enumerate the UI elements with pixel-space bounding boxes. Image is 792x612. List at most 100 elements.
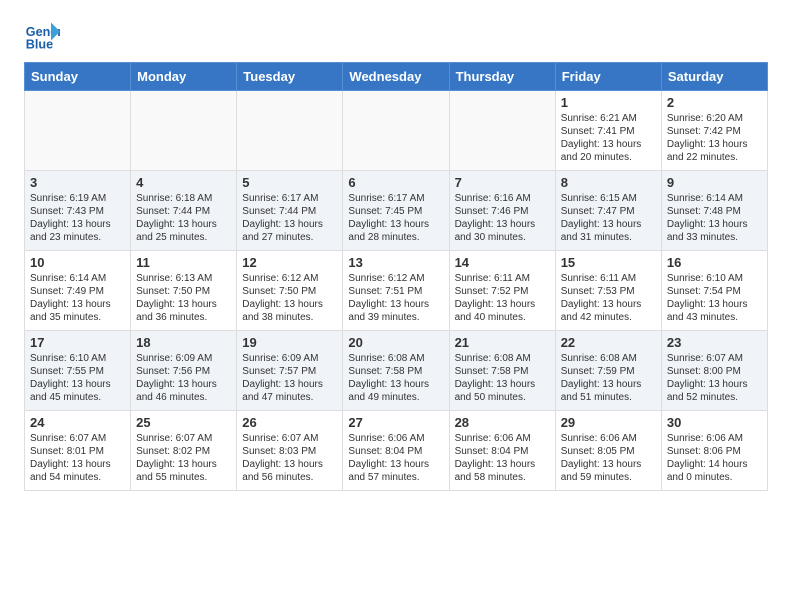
- day-number: 23: [667, 335, 762, 350]
- day-info: Sunrise: 6:15 AM Sunset: 7:47 PM Dayligh…: [561, 192, 656, 244]
- day-number: 12: [242, 255, 337, 270]
- calendar-day-28: 28 Sunrise: 6:06 AM Sunset: 8:04 PM Dayli…: [449, 411, 555, 491]
- day-number: 15: [561, 255, 656, 270]
- calendar-empty: [343, 91, 449, 171]
- calendar-day-22: 22 Sunrise: 6:08 AM Sunset: 7:59 PM Dayli…: [555, 331, 661, 411]
- day-info: Sunrise: 6:14 AM Sunset: 7:49 PM Dayligh…: [30, 272, 125, 324]
- day-info: Sunrise: 6:06 AM Sunset: 8:06 PM Dayligh…: [667, 432, 762, 484]
- day-number: 7: [455, 175, 550, 190]
- day-header-monday: Monday: [131, 63, 237, 91]
- day-number: 29: [561, 415, 656, 430]
- day-info: Sunrise: 6:21 AM Sunset: 7:41 PM Dayligh…: [561, 112, 656, 164]
- day-info: Sunrise: 6:14 AM Sunset: 7:48 PM Dayligh…: [667, 192, 762, 244]
- day-number: 24: [30, 415, 125, 430]
- day-number: 8: [561, 175, 656, 190]
- day-info: Sunrise: 6:08 AM Sunset: 7:58 PM Dayligh…: [455, 352, 550, 404]
- day-header-saturday: Saturday: [661, 63, 767, 91]
- calendar: SundayMondayTuesdayWednesdayThursdayFrid…: [24, 62, 768, 491]
- calendar-day-16: 16 Sunrise: 6:10 AM Sunset: 7:54 PM Dayli…: [661, 251, 767, 331]
- calendar-empty: [449, 91, 555, 171]
- day-info: Sunrise: 6:18 AM Sunset: 7:44 PM Dayligh…: [136, 192, 231, 244]
- day-header-friday: Friday: [555, 63, 661, 91]
- day-number: 6: [348, 175, 443, 190]
- calendar-day-3: 3 Sunrise: 6:19 AM Sunset: 7:43 PM Daylig…: [25, 171, 131, 251]
- calendar-day-10: 10Sunrise: 6:14 AM Sunset: 7:49 PM Dayli…: [25, 251, 131, 331]
- calendar-day-21: 21 Sunrise: 6:08 AM Sunset: 7:58 PM Dayli…: [449, 331, 555, 411]
- day-info: Sunrise: 6:17 AM Sunset: 7:44 PM Dayligh…: [242, 192, 337, 244]
- day-number: 3: [30, 175, 125, 190]
- day-info: Sunrise: 6:09 AM Sunset: 7:56 PM Dayligh…: [136, 352, 231, 404]
- logo: General Blue: [24, 18, 64, 54]
- calendar-day-8: 8 Sunrise: 6:15 AM Sunset: 7:47 PM Daylig…: [555, 171, 661, 251]
- day-info: Sunrise: 6:07 AM Sunset: 8:01 PM Dayligh…: [30, 432, 125, 484]
- day-info: Sunrise: 6:16 AM Sunset: 7:46 PM Dayligh…: [455, 192, 550, 244]
- calendar-day-18: 18Sunrise: 6:09 AM Sunset: 7:56 PM Dayli…: [131, 331, 237, 411]
- day-info: Sunrise: 6:11 AM Sunset: 7:53 PM Dayligh…: [561, 272, 656, 324]
- day-info: Sunrise: 6:06 AM Sunset: 8:04 PM Dayligh…: [348, 432, 443, 484]
- day-info: Sunrise: 6:19 AM Sunset: 7:43 PM Dayligh…: [30, 192, 125, 244]
- calendar-week-2: 3 Sunrise: 6:19 AM Sunset: 7:43 PM Daylig…: [25, 171, 768, 251]
- day-info: Sunrise: 6:08 AM Sunset: 7:59 PM Dayligh…: [561, 352, 656, 404]
- day-number: 21: [455, 335, 550, 350]
- day-info: Sunrise: 6:12 AM Sunset: 7:51 PM Dayligh…: [348, 272, 443, 324]
- calendar-week-1: 1 Sunrise: 6:21 AM Sunset: 7:41 PM Daylig…: [25, 91, 768, 171]
- calendar-day-4: 4Sunrise: 6:18 AM Sunset: 7:44 PM Daylig…: [131, 171, 237, 251]
- day-info: Sunrise: 6:07 AM Sunset: 8:00 PM Dayligh…: [667, 352, 762, 404]
- header: General Blue: [0, 0, 792, 62]
- day-info: Sunrise: 6:08 AM Sunset: 7:58 PM Dayligh…: [348, 352, 443, 404]
- calendar-day-11: 11 Sunrise: 6:13 AM Sunset: 7:50 PM Dayli…: [131, 251, 237, 331]
- day-number: 19: [242, 335, 337, 350]
- calendar-day-29: 29Sunrise: 6:06 AM Sunset: 8:05 PM Dayli…: [555, 411, 661, 491]
- calendar-day-24: 24 Sunrise: 6:07 AM Sunset: 8:01 PM Dayli…: [25, 411, 131, 491]
- calendar-empty: [131, 91, 237, 171]
- calendar-empty: [25, 91, 131, 171]
- calendar-day-5: 5 Sunrise: 6:17 AM Sunset: 7:44 PM Daylig…: [237, 171, 343, 251]
- calendar-day-19: 19 Sunrise: 6:09 AM Sunset: 7:57 PM Dayli…: [237, 331, 343, 411]
- day-number: 11: [136, 255, 231, 270]
- calendar-day-30: 30Sunrise: 6:06 AM Sunset: 8:06 PM Dayli…: [661, 411, 767, 491]
- day-number: 5: [242, 175, 337, 190]
- svg-text:Blue: Blue: [26, 38, 53, 52]
- calendar-day-25: 25Sunrise: 6:07 AM Sunset: 8:02 PM Dayli…: [131, 411, 237, 491]
- day-info: Sunrise: 6:06 AM Sunset: 8:04 PM Dayligh…: [455, 432, 550, 484]
- calendar-day-14: 14Sunrise: 6:11 AM Sunset: 7:52 PM Dayli…: [449, 251, 555, 331]
- day-number: 27: [348, 415, 443, 430]
- day-info: Sunrise: 6:10 AM Sunset: 7:55 PM Dayligh…: [30, 352, 125, 404]
- calendar-day-17: 17Sunrise: 6:10 AM Sunset: 7:55 PM Dayli…: [25, 331, 131, 411]
- day-number: 16: [667, 255, 762, 270]
- calendar-header-row: SundayMondayTuesdayWednesdayThursdayFrid…: [25, 63, 768, 91]
- calendar-day-23: 23 Sunrise: 6:07 AM Sunset: 8:00 PM Dayli…: [661, 331, 767, 411]
- calendar-day-6: 6 Sunrise: 6:17 AM Sunset: 7:45 PM Daylig…: [343, 171, 449, 251]
- day-header-thursday: Thursday: [449, 63, 555, 91]
- calendar-week-4: 17Sunrise: 6:10 AM Sunset: 7:55 PM Dayli…: [25, 331, 768, 411]
- day-info: Sunrise: 6:17 AM Sunset: 7:45 PM Dayligh…: [348, 192, 443, 244]
- day-info: Sunrise: 6:13 AM Sunset: 7:50 PM Dayligh…: [136, 272, 231, 324]
- calendar-day-26: 26Sunrise: 6:07 AM Sunset: 8:03 PM Dayli…: [237, 411, 343, 491]
- day-number: 2: [667, 95, 762, 110]
- day-info: Sunrise: 6:12 AM Sunset: 7:50 PM Dayligh…: [242, 272, 337, 324]
- calendar-day-7: 7 Sunrise: 6:16 AM Sunset: 7:46 PM Daylig…: [449, 171, 555, 251]
- day-number: 25: [136, 415, 231, 430]
- calendar-day-9: 9 Sunrise: 6:14 AM Sunset: 7:48 PM Daylig…: [661, 171, 767, 251]
- calendar-week-3: 10Sunrise: 6:14 AM Sunset: 7:49 PM Dayli…: [25, 251, 768, 331]
- day-number: 28: [455, 415, 550, 430]
- day-info: Sunrise: 6:10 AM Sunset: 7:54 PM Dayligh…: [667, 272, 762, 324]
- day-number: 1: [561, 95, 656, 110]
- logo-icon: General Blue: [24, 18, 60, 54]
- day-header-wednesday: Wednesday: [343, 63, 449, 91]
- calendar-day-20: 20 Sunrise: 6:08 AM Sunset: 7:58 PM Dayli…: [343, 331, 449, 411]
- day-number: 20: [348, 335, 443, 350]
- calendar-empty: [237, 91, 343, 171]
- day-number: 9: [667, 175, 762, 190]
- calendar-day-27: 27 Sunrise: 6:06 AM Sunset: 8:04 PM Dayli…: [343, 411, 449, 491]
- calendar-day-12: 12 Sunrise: 6:12 AM Sunset: 7:50 PM Dayli…: [237, 251, 343, 331]
- calendar-day-1: 1 Sunrise: 6:21 AM Sunset: 7:41 PM Daylig…: [555, 91, 661, 171]
- day-header-sunday: Sunday: [25, 63, 131, 91]
- day-header-tuesday: Tuesday: [237, 63, 343, 91]
- day-number: 26: [242, 415, 337, 430]
- day-number: 14: [455, 255, 550, 270]
- calendar-day-2: 2Sunrise: 6:20 AM Sunset: 7:42 PM Daylig…: [661, 91, 767, 171]
- calendar-week-5: 24 Sunrise: 6:07 AM Sunset: 8:01 PM Dayli…: [25, 411, 768, 491]
- day-number: 22: [561, 335, 656, 350]
- day-info: Sunrise: 6:09 AM Sunset: 7:57 PM Dayligh…: [242, 352, 337, 404]
